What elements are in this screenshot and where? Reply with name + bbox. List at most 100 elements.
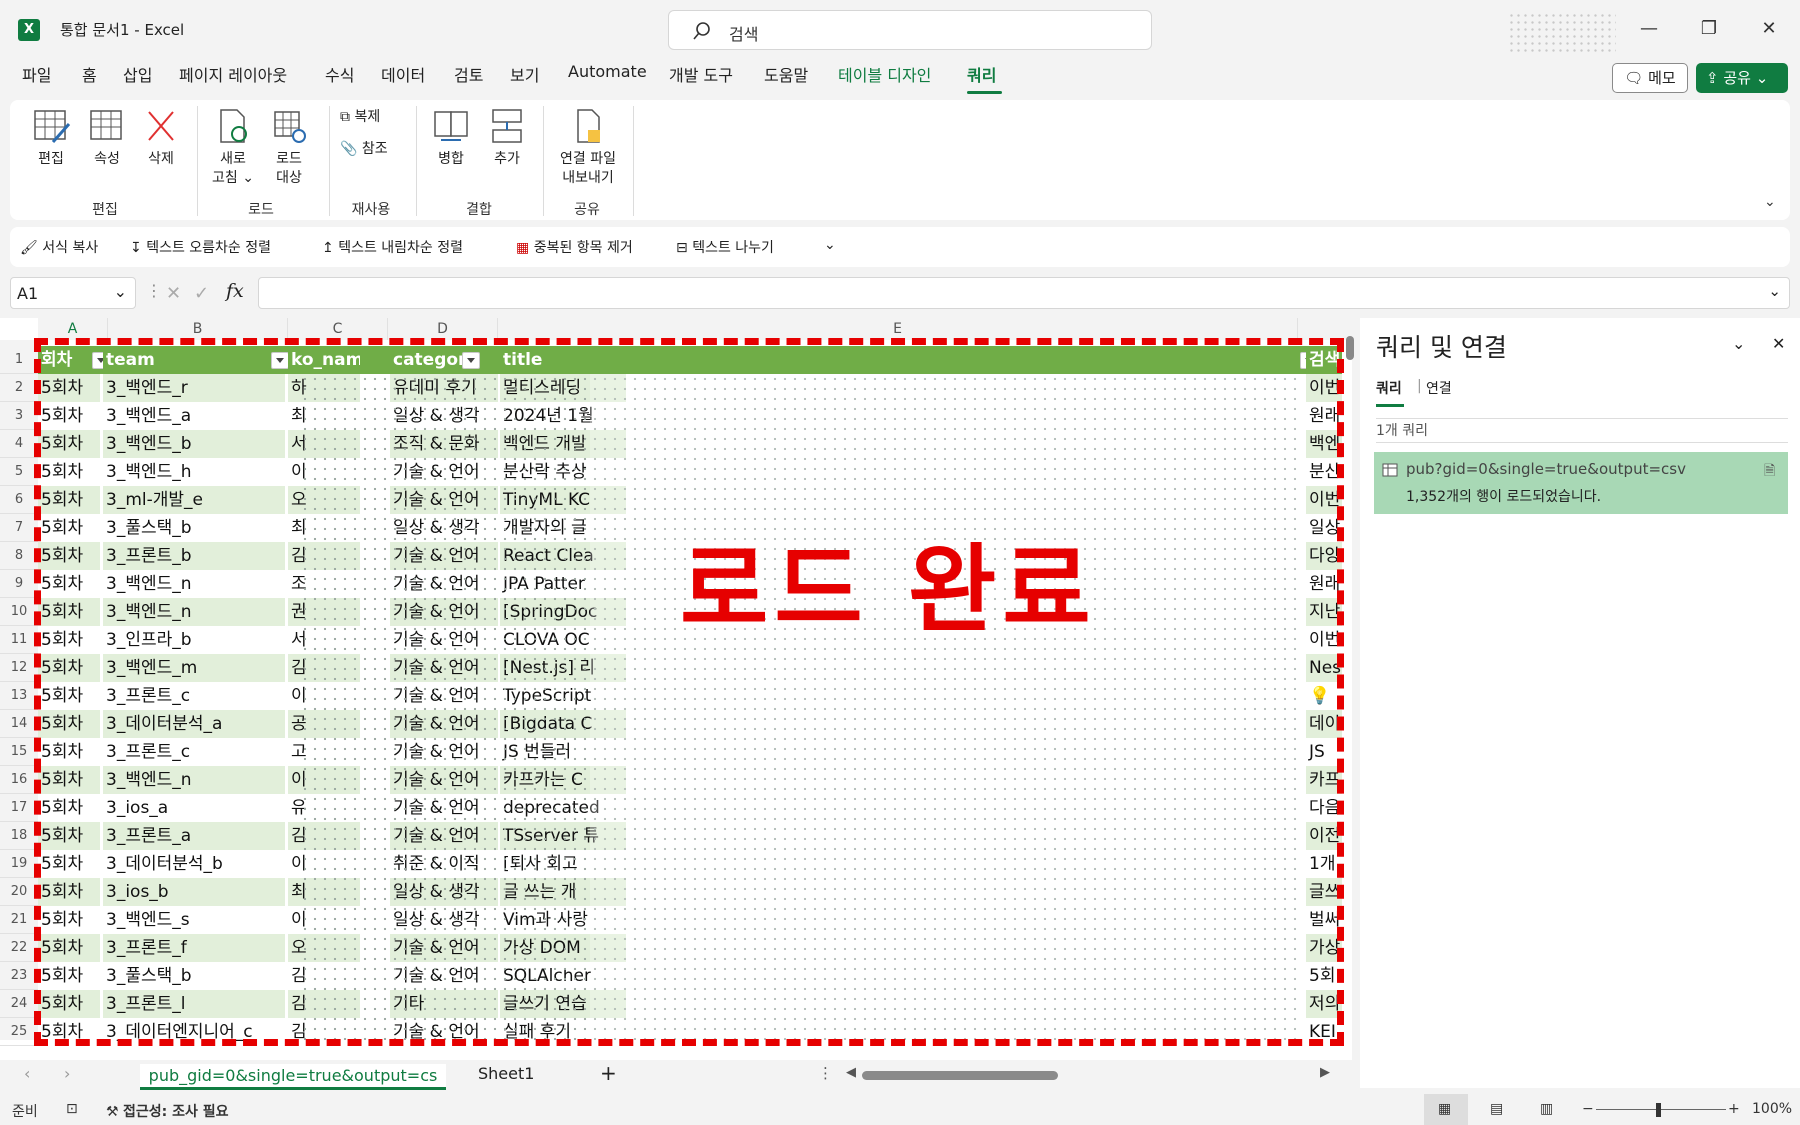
properties-button[interactable]: 속성	[84, 106, 130, 169]
column-header-d[interactable]: D	[388, 318, 498, 340]
delete-query-button[interactable]: 삭제	[138, 106, 184, 169]
menu-insert[interactable]: 삽입	[123, 62, 152, 86]
sort-asc-icon: ↧	[130, 240, 142, 256]
toolbar-more-icon[interactable]: ⌄	[824, 237, 836, 253]
name-box[interactable]: A1 ⌄	[10, 277, 136, 309]
sheet-tab-active[interactable]: pub_gid=0&single=true&output=cs	[140, 1064, 446, 1090]
append-button[interactable]: 추가	[484, 106, 530, 169]
column-headers: A B C D E	[38, 318, 1354, 340]
tab-queries[interactable]: 쿼리	[1376, 378, 1402, 398]
zoom-in-icon[interactable]: +	[1728, 1101, 1740, 1117]
chevron-down-icon[interactable]: ⌄	[1764, 194, 1776, 210]
row-header[interactable]: 25	[0, 1018, 38, 1046]
menu-formulas[interactable]: 수식	[325, 62, 354, 86]
chevron-down-icon[interactable]: ⌄	[1732, 334, 1745, 353]
menu-developer[interactable]: 개발 도구	[669, 62, 733, 86]
row-header[interactable]: 11	[0, 626, 38, 654]
load-to-button[interactable]: 로드 대상	[264, 106, 314, 188]
query-item[interactable]: pub?gid=0&single=true&output=csv 1,352개의…	[1374, 452, 1788, 514]
format-painter-button[interactable]: 🖌 서식 복사	[20, 237, 98, 257]
close-icon[interactable]: ✕	[1772, 334, 1785, 353]
insert-function-icon[interactable]: fx	[226, 280, 244, 302]
text-to-columns-button[interactable]: ⊟ 텍스트 나누기	[676, 237, 774, 257]
column-header-e[interactable]: E	[498, 318, 1298, 340]
remove-duplicates-button[interactable]: ▦ 중복된 항목 제거	[516, 237, 633, 257]
scroll-left-icon[interactable]: ◀	[846, 1065, 856, 1080]
row-header[interactable]: 6	[0, 486, 38, 514]
row-header[interactable]: 13	[0, 682, 38, 710]
row-header[interactable]: 18	[0, 822, 38, 850]
share-button[interactable]: ⇪ 공유 ⌄	[1696, 63, 1788, 93]
next-sheet-icon[interactable]: ›	[64, 1064, 70, 1083]
row-header[interactable]: 24	[0, 990, 38, 1018]
row-header[interactable]: 3	[0, 402, 38, 430]
horizontal-scrollbar-thumb[interactable]	[862, 1071, 1058, 1080]
add-sheet-button[interactable]: +	[600, 1061, 617, 1085]
sheet-tab-sheet1[interactable]: Sheet1	[478, 1064, 534, 1083]
row-header[interactable]: 4	[0, 430, 38, 458]
minimize-button[interactable]: —	[1626, 14, 1672, 44]
row-header[interactable]: 19	[0, 850, 38, 878]
cancel-icon[interactable]: ✕	[166, 283, 181, 304]
zoom-slider-thumb[interactable]	[1656, 1103, 1661, 1117]
close-button[interactable]: ✕	[1746, 14, 1792, 44]
row-header[interactable]: 15	[0, 738, 38, 766]
scrollbar-thumb[interactable]	[1346, 336, 1354, 360]
row-header[interactable]: 12	[0, 654, 38, 682]
row-header[interactable]: 16	[0, 766, 38, 794]
column-header-c[interactable]: C	[288, 318, 388, 340]
row-header[interactable]: 17	[0, 794, 38, 822]
formula-input[interactable]: ⌄	[258, 277, 1790, 309]
refresh-button[interactable]: 새로 고침 ⌄	[206, 106, 260, 188]
memo-button[interactable]: 🗨 메모	[1612, 63, 1688, 93]
menu-query[interactable]: 쿼리	[967, 62, 996, 86]
prev-sheet-icon[interactable]: ‹	[24, 1064, 30, 1083]
row-header[interactable]: 22	[0, 934, 38, 962]
row-header[interactable]: 7	[0, 514, 38, 542]
sort-descending-button[interactable]: ↥ 텍스트 내림차순 정렬	[322, 237, 463, 257]
tab-connections[interactable]: 연결	[1426, 378, 1452, 398]
scroll-right-icon[interactable]: ▶	[1320, 1065, 1330, 1080]
edit-query-button[interactable]: 편집	[28, 106, 74, 169]
menu-data[interactable]: 데이터	[381, 62, 425, 86]
restore-button[interactable]: ❐	[1686, 14, 1732, 44]
row-header[interactable]: 14	[0, 710, 38, 738]
row-header[interactable]: 2	[0, 374, 38, 402]
menu-review[interactable]: 검토	[454, 62, 483, 86]
macro-recording-icon[interactable]: ⊡	[66, 1101, 78, 1117]
accessibility-status[interactable]: ⚒ 접근성: 조사 필요	[106, 1101, 229, 1121]
row-header[interactable]: 21	[0, 906, 38, 934]
menu-home[interactable]: 홈	[82, 62, 97, 86]
zoom-level[interactable]: 100%	[1752, 1101, 1792, 1117]
duplicate-button[interactable]: ⧉ 복제	[340, 108, 404, 127]
vertical-scrollbar[interactable]	[1344, 330, 1356, 1050]
row-header[interactable]: 20	[0, 878, 38, 906]
menu-help[interactable]: 도움말	[764, 62, 808, 86]
enter-check-icon[interactable]: ✓	[194, 283, 209, 304]
more-options-icon[interactable]: ⋮	[818, 1064, 833, 1082]
zoom-slider[interactable]	[1596, 1109, 1726, 1110]
page-layout-view-icon[interactable]: ▤	[1490, 1101, 1503, 1117]
row-header[interactable]: 8	[0, 542, 38, 570]
merge-button[interactable]: 병합	[428, 106, 474, 169]
menu-page-layout[interactable]: 페이지 레이아웃	[179, 62, 287, 86]
row-header[interactable]: 23	[0, 962, 38, 990]
row-header[interactable]: 5	[0, 458, 38, 486]
search-input[interactable]: 검색	[668, 10, 1152, 50]
more-options-icon[interactable]: ⋮	[146, 281, 162, 300]
row-header[interactable]: 1	[0, 346, 38, 374]
menu-view[interactable]: 보기	[510, 62, 539, 86]
reference-button[interactable]: 📎 참조	[340, 140, 404, 159]
export-connection-button[interactable]: 연결 파일 내보내기	[552, 106, 624, 188]
menu-file[interactable]: 파일	[22, 62, 51, 86]
menu-automate[interactable]: Automate	[568, 62, 647, 81]
row-header[interactable]: 9	[0, 570, 38, 598]
zoom-out-icon[interactable]: −	[1582, 1101, 1594, 1117]
menu-table-design[interactable]: 테이블 디자인	[838, 62, 931, 86]
column-header-b[interactable]: B	[108, 318, 288, 340]
column-header-a[interactable]: A	[38, 318, 108, 340]
page-break-view-icon[interactable]: ▥	[1540, 1101, 1553, 1117]
row-header[interactable]: 10	[0, 598, 38, 626]
group-separator	[416, 106, 417, 216]
sort-ascending-button[interactable]: ↧ 텍스트 오름차순 정렬	[130, 237, 271, 257]
